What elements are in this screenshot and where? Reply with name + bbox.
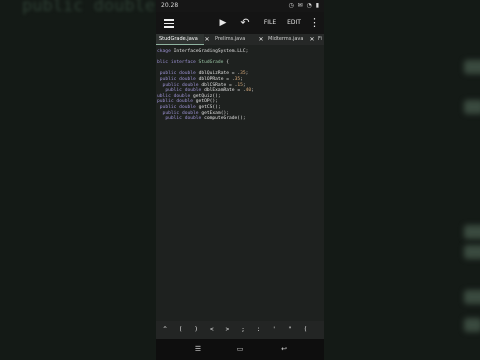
back-icon[interactable]: ↩: [278, 345, 290, 354]
tab-midterms[interactable]: Midterms.java: [265, 34, 311, 45]
tab-studgrade[interactable]: StudGrade.java: [156, 34, 204, 45]
status-bar: 20.28 ◷ ✉ ◔ ▮: [156, 0, 324, 12]
tab-label: Midterms.java: [268, 36, 304, 42]
symbol-key[interactable]: >: [220, 321, 234, 339]
left-blurred-backdrop: public double com: [0, 0, 156, 360]
blur-shape: [464, 245, 480, 259]
blur-shape: [464, 100, 480, 114]
code-text: ckage InterfaceGradingSystem.LLC; blic in…: [157, 49, 254, 122]
code-line: public double computeGrade();: [165, 116, 246, 122]
symbol-key-bar: ^() < >;: ' "(: [156, 321, 324, 339]
symbol-key[interactable]: ): [189, 321, 203, 339]
status-time: 20.28: [161, 2, 179, 9]
more-options-icon[interactable]: ⋮: [308, 12, 320, 34]
menu-icon[interactable]: [162, 12, 176, 34]
tab-partial[interactable]: Fi: [315, 34, 324, 45]
tab-label: Fi: [318, 36, 322, 42]
tab-prelims[interactable]: Prelims.java: [212, 34, 258, 45]
symbol-key[interactable]: ;: [236, 321, 250, 339]
edit-menu-button[interactable]: EDIT: [282, 12, 306, 34]
symbol-key[interactable]: (: [298, 321, 312, 339]
code-editor[interactable]: ckage InterfaceGradingSystem.LLC; blic in…: [156, 45, 324, 321]
file-menu-button[interactable]: FILE: [259, 12, 281, 34]
file-tabs: StudGrade.java ✕ Prelims.java ✕ Midterms…: [156, 34, 324, 45]
tab-label: Prelims.java: [215, 36, 246, 42]
blur-shape: [464, 225, 480, 239]
blur-shape: [464, 318, 480, 332]
symbol-key[interactable]: ': [267, 321, 281, 339]
recents-icon[interactable]: ☰: [192, 345, 204, 354]
symbol-key[interactable]: :: [252, 321, 266, 339]
right-blurred-backdrop: [324, 0, 480, 360]
symbol-key[interactable]: ": [283, 321, 297, 339]
undo-icon[interactable]: ↶: [238, 12, 252, 34]
blur-shape: [464, 60, 480, 74]
tab-label: StudGrade.java: [159, 36, 198, 42]
home-icon[interactable]: ▭: [234, 345, 246, 354]
blur-shape: [464, 290, 480, 304]
symbol-key[interactable]: <: [205, 321, 219, 339]
run-icon[interactable]: ▶: [216, 12, 230, 34]
android-nav-bar: ☰ ▭ ↩: [156, 339, 324, 360]
close-tab-icon[interactable]: ✕: [203, 34, 211, 45]
close-tab-icon[interactable]: ✕: [257, 34, 265, 45]
backdrop-code-text: public double com: [22, 0, 156, 16]
phone-screen: 20.28 ◷ ✉ ◔ ▮ ▶ ↶ FILE EDIT ⋮ StudGrade.…: [156, 0, 324, 360]
symbol-key[interactable]: (: [174, 321, 188, 339]
status-icons: ◷ ✉ ◔ ▮: [288, 2, 320, 9]
code-line: ckage InterfaceGradingSystem.LLC;: [157, 49, 249, 54]
editor-toolbar: ▶ ↶ FILE EDIT ⋮: [156, 12, 324, 34]
expand-keys-icon[interactable]: ^: [158, 321, 172, 339]
